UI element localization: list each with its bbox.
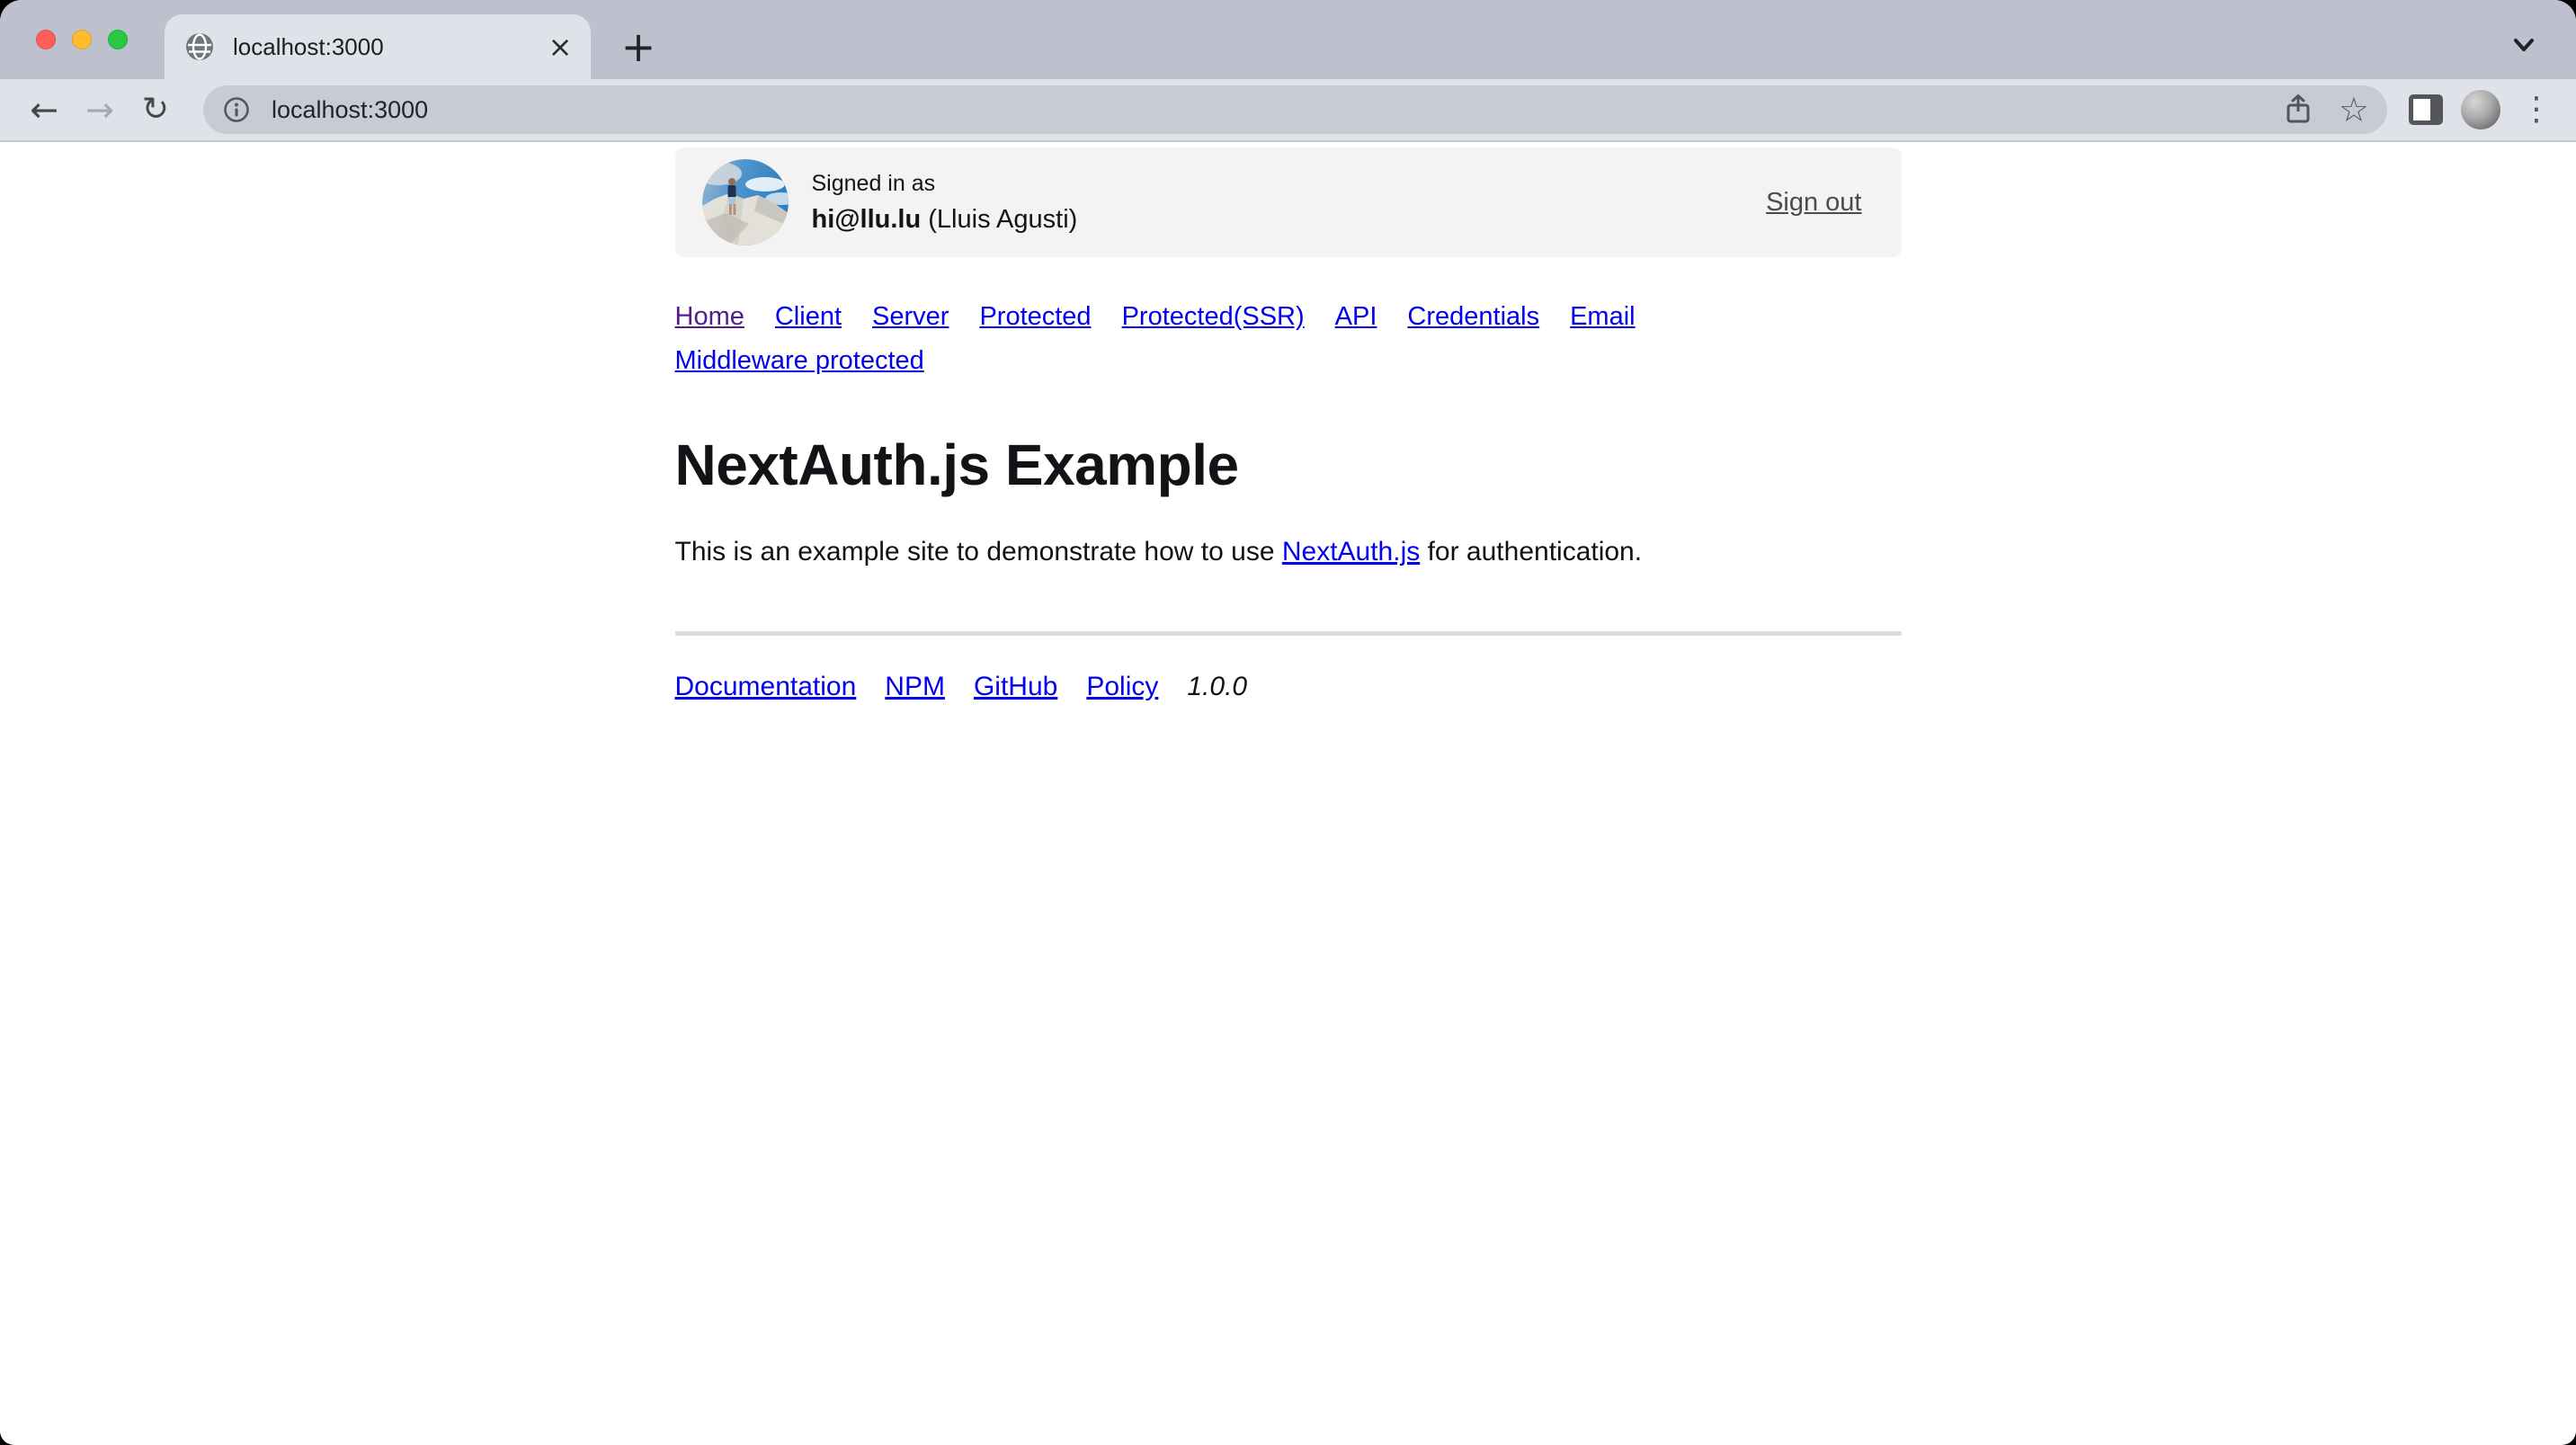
browser-menu-icon[interactable]: ⋮ — [2518, 90, 2554, 129]
tab-search-chevron-icon[interactable] — [2502, 23, 2545, 67]
signed-in-identity: hi@llu.lu (Lluis Agusti) — [812, 205, 1078, 235]
site-nav: Home Client Server Protected Protected(SSR) A… — [675, 295, 1902, 383]
browser-toolbar: ← → ↻ localhost:3000 ☆ ⋮ — [0, 79, 2576, 142]
user-avatar — [702, 159, 789, 245]
site-info-icon[interactable] — [223, 96, 250, 123]
toolbar-right: ⋮ — [2409, 90, 2554, 129]
close-tab-icon[interactable]: × — [542, 29, 578, 65]
globe-favicon-icon — [186, 33, 213, 60]
signed-in-text: Signed in as hi@llu.lu (Lluis Agusti) — [812, 171, 1078, 235]
zoom-window-button[interactable] — [108, 30, 128, 49]
sign-out-button[interactable]: Sign out — [1766, 188, 1861, 218]
footer-link-policy[interactable]: Policy — [1086, 672, 1158, 702]
browser-window: localhost:3000 × + ← → ↻ localhost:3000 — [0, 0, 2576, 1445]
address-bar[interactable]: localhost:3000 ☆ — [203, 85, 2387, 134]
page-title: NextAuth.js Example — [675, 433, 1902, 498]
nav-link-middleware-protected[interactable]: Middleware protected — [675, 339, 924, 383]
bookmark-star-icon[interactable]: ☆ — [2339, 93, 2369, 127]
user-name: (Lluis Agusti) — [921, 205, 1077, 234]
footer-link-documentation[interactable]: Documentation — [675, 672, 857, 702]
page-footer: Documentation NPM GitHub Policy 1.0.0 — [675, 672, 1902, 702]
minimize-window-button[interactable] — [72, 30, 92, 49]
footer-divider — [675, 631, 1902, 636]
side-panel-icon[interactable] — [2409, 94, 2443, 125]
user-email: hi@llu.lu — [812, 205, 922, 234]
content-container: Signed in as hi@llu.lu (Lluis Agusti) Si… — [675, 147, 1902, 702]
description-prefix: This is an example site to demonstrate h… — [675, 537, 1282, 566]
nav-link-client[interactable]: Client — [775, 295, 842, 339]
nav-link-home[interactable]: Home — [675, 295, 744, 339]
browser-tab[interactable]: localhost:3000 × — [165, 14, 591, 79]
reload-button[interactable]: ↻ — [135, 89, 176, 130]
nav-link-credentials[interactable]: Credentials — [1407, 295, 1539, 339]
page-description: This is an example site to demonstrate h… — [675, 532, 1902, 572]
browser-profile-avatar[interactable] — [2461, 90, 2500, 129]
nav-link-server[interactable]: Server — [872, 295, 949, 339]
tab-title: localhost:3000 — [233, 33, 542, 61]
description-suffix: for authentication. — [1420, 537, 1642, 566]
omnibox-actions: ☆ — [2283, 93, 2369, 127]
url-text[interactable]: localhost:3000 — [272, 96, 2283, 124]
window-controls — [36, 30, 128, 49]
footer-link-github[interactable]: GitHub — [974, 672, 1057, 702]
new-tab-button[interactable]: + — [615, 23, 662, 70]
nav-link-protected-ssr[interactable]: Protected(SSR) — [1122, 295, 1305, 339]
version-label: 1.0.0 — [1187, 672, 1247, 702]
back-button[interactable]: ← — [23, 89, 65, 130]
forward-button: → — [79, 89, 120, 130]
share-icon[interactable] — [2283, 94, 2313, 126]
nav-link-api[interactable]: API — [1335, 295, 1377, 339]
footer-link-npm[interactable]: NPM — [885, 672, 945, 702]
webpage: Signed in as hi@llu.lu (Lluis Agusti) Si… — [0, 142, 2576, 1443]
signed-in-label: Signed in as — [812, 171, 1078, 197]
nav-link-email[interactable]: Email — [1570, 295, 1636, 339]
nextauth-link[interactable]: NextAuth.js — [1282, 537, 1420, 566]
tab-strip: localhost:3000 × + — [0, 0, 2576, 79]
nav-link-protected[interactable]: Protected — [979, 295, 1091, 339]
signed-in-status: Signed in as hi@llu.lu (Lluis Agusti) Si… — [675, 147, 1902, 257]
close-window-button[interactable] — [36, 30, 56, 49]
